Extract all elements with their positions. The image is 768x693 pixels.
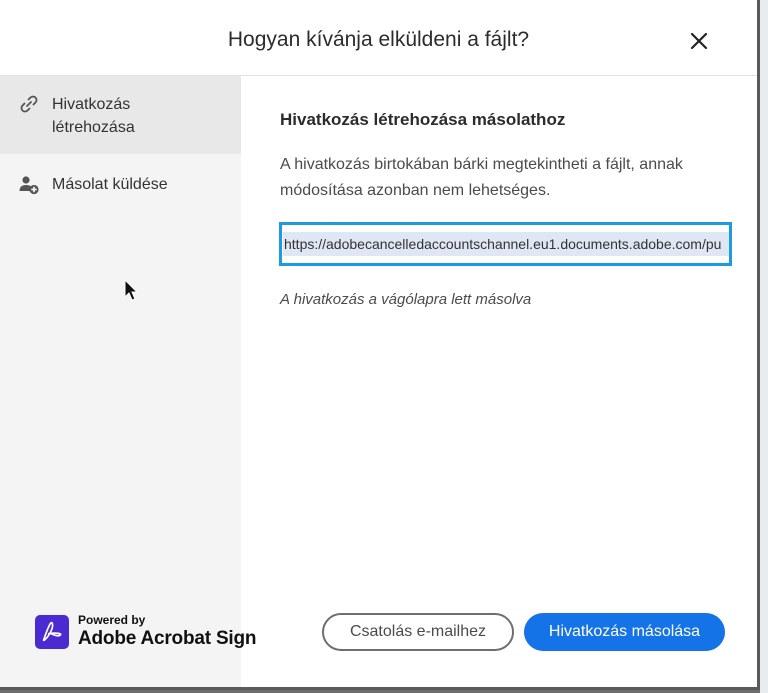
section-title: Hivatkozás létrehozása másolathoz: [280, 110, 566, 129]
sidebar-item-send-copy[interactable]: Másolat küldése: [0, 164, 241, 204]
powered-by-brand: Powered by Adobe Acrobat Sign: [35, 613, 257, 653]
mouse-pointer-icon: [124, 279, 139, 301]
acrobat-logo-icon: [42, 621, 62, 642]
sidebar-item-label: Másolat küldése: [52, 176, 168, 193]
dialog-header: Hogyan kívánja elküldeni a fájlt?: [0, 0, 757, 76]
acrobat-logo: [35, 615, 69, 649]
sidebar-item-label: Hivatkozás létrehozása: [52, 96, 135, 136]
add-person-icon: [19, 176, 39, 195]
close-button[interactable]: [686, 28, 712, 54]
sidebar-item-create-link[interactable]: Hivatkozás létrehozása: [0, 76, 241, 154]
attach-to-email-button[interactable]: Csatolás e-mailhez: [322, 613, 514, 651]
link-icon: [20, 95, 38, 113]
close-icon: [690, 32, 708, 50]
copied-confirmation: A hivatkozás a vágólapra lett másolva: [280, 291, 532, 308]
background-strip: [760, 0, 768, 693]
send-file-dialog: Hogyan kívánja elküldeni a fájlt? Hivatk…: [0, 0, 760, 690]
share-link-input[interactable]: [282, 231, 729, 257]
powered-by-text: Powered by: [78, 613, 146, 627]
copy-link-button[interactable]: Hivatkozás másolása: [524, 613, 725, 651]
dialog-title: Hogyan kívánja elküldeni a fájlt?: [227, 28, 530, 51]
link-field-container: [279, 222, 732, 266]
sidebar: Hivatkozás létrehozása Másolat küldése P…: [0, 76, 257, 687]
brand-name: Adobe Acrobat Sign: [78, 628, 257, 649]
section-description: A hivatkozás birtokában bárki megtekinth…: [280, 156, 683, 199]
